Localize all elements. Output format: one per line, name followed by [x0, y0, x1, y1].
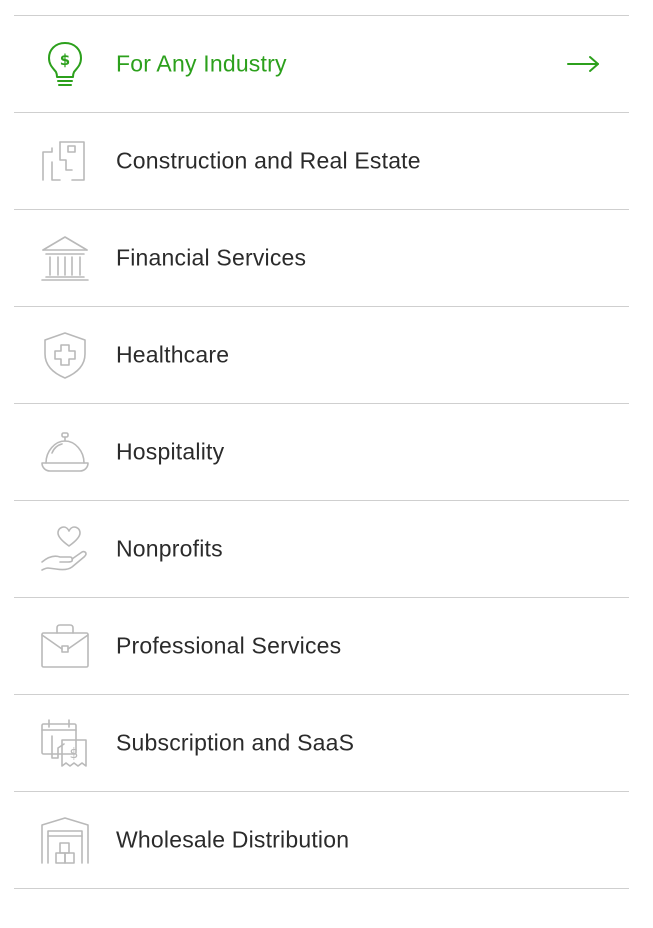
industry-label: Wholesale Distribution	[116, 826, 350, 853]
industry-item-subscription-and-saas[interactable]: $ Subscription and SaaS	[14, 695, 629, 792]
industry-label: For Any Industry	[116, 50, 287, 77]
industry-item-wholesale-distribution[interactable]: Wholesale Distribution	[14, 792, 629, 889]
industry-item-construction-and-real-estate[interactable]: Construction and Real Estate	[14, 113, 629, 210]
floor-plan-icon	[40, 136, 90, 186]
bank-icon	[40, 233, 90, 283]
industry-label: Financial Services	[116, 244, 307, 271]
lightbulb-dollar-icon: $	[40, 39, 90, 89]
industry-item-for-any-industry[interactable]: $ For Any Industry	[14, 16, 629, 113]
arrow-right-icon	[567, 54, 601, 74]
industry-list: $ For Any Industry Construction and Real…	[14, 15, 629, 889]
industry-item-professional-services[interactable]: Professional Services	[14, 598, 629, 695]
svg-text:$: $	[60, 51, 70, 69]
briefcase-icon	[40, 621, 90, 671]
industry-label: Subscription and SaaS	[116, 729, 355, 756]
service-bell-icon	[40, 427, 90, 477]
warehouse-icon	[40, 815, 90, 865]
medical-shield-icon	[40, 330, 90, 380]
industry-label: Professional Services	[116, 632, 342, 659]
industry-item-healthcare[interactable]: Healthcare	[14, 307, 629, 404]
industry-item-hospitality[interactable]: Hospitality	[14, 404, 629, 501]
industry-label: Healthcare	[116, 341, 230, 368]
svg-text:$: $	[70, 746, 79, 762]
industry-label: Construction and Real Estate	[116, 147, 421, 174]
heart-hand-icon	[40, 524, 90, 574]
industry-label: Hospitality	[116, 438, 225, 465]
industry-item-nonprofits[interactable]: Nonprofits	[14, 501, 629, 598]
industry-label: Nonprofits	[116, 535, 223, 562]
industry-item-financial-services[interactable]: Financial Services	[14, 210, 629, 307]
calendar-receipt-icon: $	[40, 718, 90, 768]
